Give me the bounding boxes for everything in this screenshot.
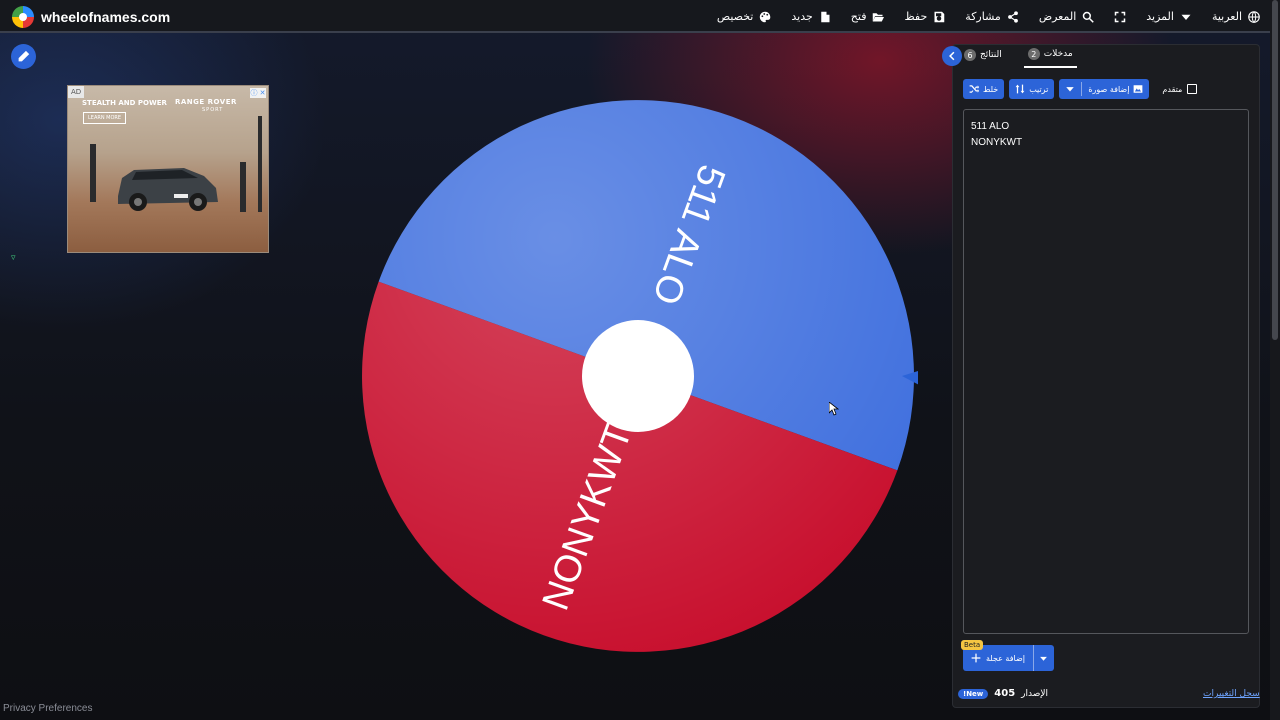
- sort-label: ترتيب: [1029, 84, 1049, 94]
- menu-save-label: حفظ: [904, 10, 928, 23]
- version-info: الإصدار 405 New!: [958, 688, 1048, 699]
- sort-button[interactable]: ترتيب: [1009, 79, 1055, 99]
- globe-icon: [1248, 10, 1260, 23]
- ad-pillar-right: [240, 162, 246, 212]
- tab-entries-label: مدخلات: [1043, 49, 1073, 59]
- tab-results[interactable]: النتائج 6: [960, 46, 1006, 68]
- top-bar: wheelofnames.com العربية المزيد المعرض م…: [0, 0, 1280, 33]
- tab-results-label: النتائج: [980, 50, 1002, 60]
- file-icon: [821, 11, 830, 22]
- menu-customize[interactable]: تخصيص: [717, 10, 772, 23]
- menu-gallery[interactable]: المعرض: [1038, 10, 1095, 23]
- changelog-link[interactable]: سجل التغييرات: [1203, 689, 1260, 699]
- brand[interactable]: wheelofnames.com: [12, 6, 170, 28]
- save-icon: [934, 11, 945, 22]
- entry-line: 511 ALO: [971, 121, 1010, 132]
- menu-language-label: العربية: [1211, 10, 1242, 23]
- menu-new-label: جديد: [791, 10, 813, 23]
- sort-icon: [1015, 84, 1025, 94]
- ad-pillar-far-right: [258, 116, 262, 212]
- ad-cta-button[interactable]: LEARN MORE: [83, 112, 127, 124]
- menu-share[interactable]: مشاركة: [965, 10, 1019, 23]
- menu-open[interactable]: فتح: [851, 10, 885, 23]
- edit-wheel-button[interactable]: [11, 44, 36, 69]
- page-scrollbar[interactable]: [1270, 0, 1280, 720]
- chevron-left-icon: [949, 51, 955, 61]
- mouse-cursor-icon: [829, 402, 839, 416]
- menu-share-label: مشاركة: [965, 10, 1001, 23]
- menu-language[interactable]: العربية: [1212, 10, 1260, 23]
- wheel-center[interactable]: [582, 320, 694, 432]
- ad-close-button[interactable]: ⓘ ✕: [250, 88, 266, 98]
- caret-down-icon: [1181, 14, 1191, 20]
- ad-brand-sub: SPORT: [202, 107, 224, 113]
- privacy-preferences-link[interactable]: Privacy Preferences: [3, 703, 92, 714]
- tab-entries[interactable]: مدخلات 2: [1023, 46, 1077, 68]
- menu-fullscreen[interactable]: [1114, 11, 1126, 23]
- add-image-separator: [1081, 82, 1083, 96]
- new-badge[interactable]: New!: [958, 688, 989, 699]
- advertisement[interactable]: AD ⓘ ✕ STEALTH AND POWER RANGE ROVER SPO…: [67, 85, 269, 253]
- collapse-panel-button[interactable]: [942, 46, 962, 66]
- menu-customize-label: تخصيص: [716, 10, 754, 23]
- wheel-canvas[interactable]: 511 ALO NONYKWT: [358, 96, 918, 656]
- wheel[interactable]: 511 ALO NONYKWT: [358, 96, 918, 656]
- version-label: الإصدار: [1021, 688, 1049, 699]
- share-icon: [1007, 10, 1018, 23]
- caret-down-icon: [1040, 656, 1048, 661]
- car-image: [118, 168, 218, 211]
- entries-textarea[interactable]: 511 ALO NONYKWT: [963, 109, 1249, 634]
- wheel-logo-icon: [12, 6, 34, 28]
- beta-badge: Beta: [961, 640, 984, 650]
- pencil-icon: [18, 50, 30, 62]
- entry-line: NONYKWT: [971, 137, 1023, 148]
- menu-save[interactable]: حفظ: [904, 10, 945, 23]
- version-number: 405: [994, 688, 1016, 699]
- scrollbar-thumb[interactable]: [1272, 0, 1278, 340]
- add-wheel-dropdown[interactable]: [1032, 645, 1054, 671]
- menu-open-label: فتح: [850, 10, 867, 23]
- ad-info-icon[interactable]: ▿: [11, 253, 16, 263]
- advanced-toggle[interactable]: متقدم: [1162, 84, 1198, 94]
- menu-new[interactable]: جديد: [791, 10, 830, 23]
- brand-name: wheelofnames.com: [41, 9, 171, 25]
- entries-toolbar: خلط ترتيب إضافة صورة متقدم: [963, 79, 1198, 99]
- menu-more-label: المزيد: [1146, 10, 1174, 23]
- plus-icon: [971, 653, 981, 663]
- panel-tabs: مدخلات 2 النتائج 6: [960, 46, 1077, 68]
- shuffle-icon: [969, 85, 979, 93]
- caret-down-icon: [1066, 87, 1075, 92]
- tab-entries-count: 2: [1027, 48, 1040, 60]
- shuffle-button[interactable]: خلط: [963, 79, 1005, 99]
- palette-icon: [760, 11, 771, 22]
- menu-more[interactable]: المزيد: [1146, 10, 1192, 23]
- add-image-button[interactable]: إضافة صورة: [1059, 79, 1150, 99]
- search-icon: [1083, 11, 1095, 23]
- shuffle-label: خلط: [983, 84, 999, 94]
- add-image-label: إضافة صورة: [1088, 84, 1130, 94]
- add-wheel-label: إضافة عجلة: [986, 653, 1025, 663]
- advanced-label: متقدم: [1162, 84, 1183, 94]
- fullscreen-icon: [1115, 11, 1126, 22]
- ad-badge: AD: [68, 86, 85, 98]
- image-icon: [1134, 85, 1143, 93]
- ad-brand: RANGE ROVER: [175, 98, 237, 106]
- tab-results-count: 6: [964, 49, 976, 61]
- folder-open-icon: [873, 12, 885, 21]
- top-menu: العربية المزيد المعرض مشاركة حفظ فتح جدي…: [717, 0, 1260, 33]
- ad-headline: STEALTH AND POWER: [82, 99, 167, 107]
- menu-gallery-label: المعرض: [1038, 10, 1077, 23]
- advanced-checkbox[interactable]: [1187, 84, 1198, 94]
- ad-pillar-left: [90, 144, 96, 202]
